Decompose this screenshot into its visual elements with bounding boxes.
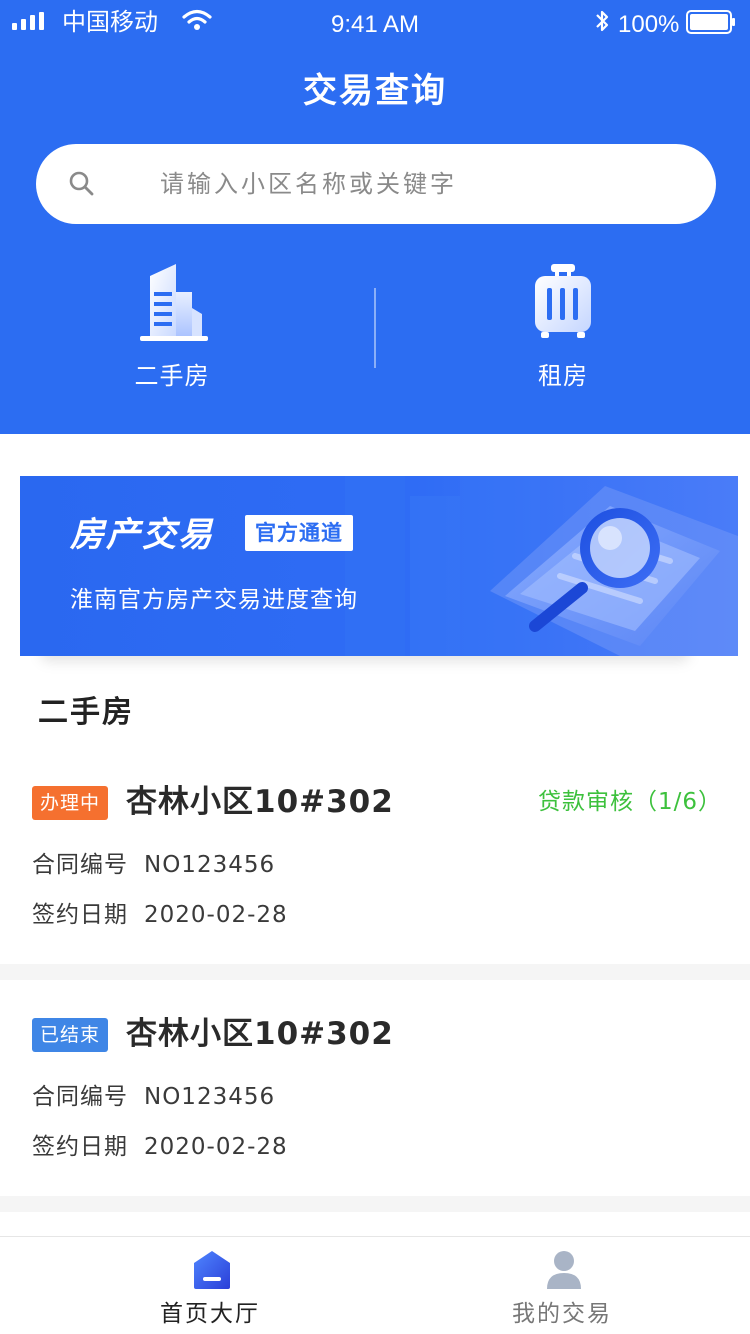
user-icon: [547, 1251, 581, 1289]
office-building-icon: [140, 264, 208, 341]
contract-row: 合同编号 NO123456: [32, 1080, 275, 1114]
transaction-card[interactable]: 已结束 杏林小区10#302 合同编号 NO123456 签约日期 2020-02-…: [0, 980, 750, 1196]
category-divider: [374, 288, 376, 368]
header: 中国移动 9:41 AM 100% 交易查询 请输入小区名称或关键字 二手房 租…: [0, 0, 750, 434]
date-label: 签约日期: [32, 1134, 128, 1160]
category-label: 二手房: [134, 362, 210, 390]
contract-label: 合同编号: [32, 852, 128, 878]
contract-row: 合同编号 NO123456: [32, 848, 275, 882]
date-label: 签约日期: [32, 902, 128, 928]
banner-subtitle: 淮南官方房产交易进度查询: [70, 587, 358, 613]
status-bar: 中国移动 9:41 AM 100%: [0, 0, 750, 48]
card-divider: [0, 1196, 750, 1212]
battery-percent: 100%: [618, 11, 680, 38]
search-placeholder: 请输入小区名称或关键字: [160, 170, 457, 198]
home-icon: [194, 1251, 230, 1289]
category-second-hand[interactable]: 二手房: [72, 262, 272, 392]
category-label: 租房: [538, 362, 588, 390]
status-tag: 已结束: [32, 1018, 109, 1052]
magnifier-illustration: [345, 476, 738, 656]
page-title: 交易查询: [303, 71, 447, 111]
banner-badge: 官方通道: [245, 515, 353, 551]
sign-date: 2020-02-28: [144, 902, 288, 928]
banner-title: 房产交易: [70, 515, 214, 555]
progress-status: 贷款审核（1/6）: [537, 789, 722, 815]
contract-number: NO123456: [144, 852, 276, 878]
category-rent[interactable]: 租房: [463, 262, 663, 392]
tab-label: 首页大厅: [160, 1301, 260, 1327]
property-title: 杏林小区10#302: [126, 784, 394, 820]
luggage-icon: [535, 264, 591, 338]
tab-bar: 首页大厅 我的交易: [0, 1236, 750, 1334]
banner[interactable]: 房产交易 官方通道 淮南官方房产交易进度查询: [20, 476, 738, 656]
section-title: 二手房: [38, 695, 134, 730]
tab-home[interactable]: 首页大厅: [80, 1237, 340, 1334]
battery-icon: [686, 10, 735, 34]
tab-label: 我的交易: [512, 1301, 612, 1327]
contract-label: 合同编号: [32, 1084, 128, 1110]
date-row: 签约日期 2020-02-28: [32, 1130, 288, 1164]
contract-number: NO123456: [144, 1084, 276, 1110]
bluetooth-icon: [596, 10, 609, 32]
status-tag: 办理中: [32, 786, 109, 820]
search-icon: [69, 171, 94, 196]
tab-my-transactions[interactable]: 我的交易: [432, 1237, 692, 1334]
card-divider: [0, 964, 750, 980]
search-input[interactable]: 请输入小区名称或关键字: [36, 144, 716, 224]
property-title: 杏林小区10#302: [126, 1016, 394, 1052]
date-row: 签约日期 2020-02-28: [32, 898, 288, 932]
transaction-card[interactable]: 办理中 杏林小区10#302 贷款审核（1/6） 合同编号 NO123456 签约…: [0, 748, 750, 964]
sign-date: 2020-02-28: [144, 1134, 288, 1160]
